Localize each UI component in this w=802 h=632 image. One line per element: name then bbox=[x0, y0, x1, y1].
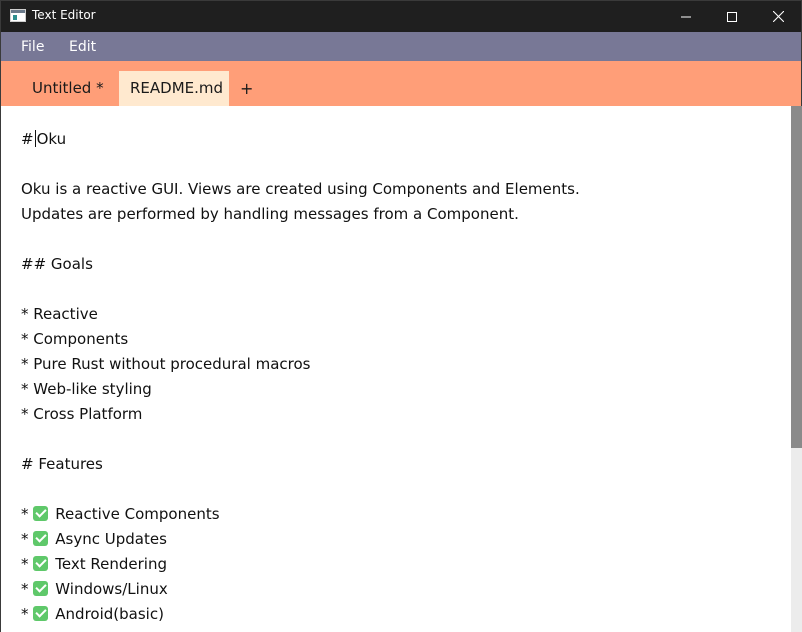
close-icon bbox=[772, 11, 784, 22]
tab-bar: Untitled * README.md + bbox=[1, 61, 801, 106]
new-tab-button[interactable]: + bbox=[229, 71, 263, 106]
title-bar[interactable]: Text Editor bbox=[1, 1, 801, 32]
plus-icon: + bbox=[240, 79, 254, 98]
text-editor-window: Text Editor File Edit Untitled * README.… bbox=[0, 0, 802, 632]
editor-line: * Cross Platform bbox=[21, 405, 143, 423]
bullet-prefix: * bbox=[21, 580, 34, 598]
editor-line: * Reactive Components bbox=[21, 504, 220, 524]
editor-line: ## Goals bbox=[21, 255, 93, 273]
tab-untitled[interactable]: Untitled * bbox=[21, 71, 119, 106]
editor-line: * Text Rendering bbox=[21, 554, 167, 574]
bullet-prefix: * bbox=[21, 555, 34, 573]
minimize-button[interactable] bbox=[663, 1, 709, 32]
text-caret bbox=[34, 130, 36, 147]
checkmark-icon bbox=[33, 581, 49, 596]
editor-line: * Windows/Linux bbox=[21, 579, 168, 599]
window-title: Text Editor bbox=[32, 8, 96, 22]
editor-line: # Features bbox=[21, 455, 103, 473]
editor-line: * Web-like styling bbox=[21, 380, 152, 398]
line-text: Reactive Components bbox=[55, 505, 220, 523]
menu-file[interactable]: File bbox=[21, 39, 44, 55]
maximize-icon bbox=[727, 11, 737, 22]
checkmark-icon bbox=[33, 531, 49, 546]
vertical-scrollbar[interactable] bbox=[791, 106, 802, 632]
editor-line: * Pure Rust without procedural macros bbox=[21, 355, 311, 373]
tab-label: README.md bbox=[130, 79, 224, 97]
scrollbar-thumb[interactable] bbox=[791, 106, 802, 448]
close-button[interactable] bbox=[755, 1, 801, 32]
editor-line: * Components bbox=[21, 330, 129, 348]
line-text-rest: Oku bbox=[36, 130, 67, 148]
checkmark-icon bbox=[33, 606, 49, 621]
editor-line: * Android(basic) bbox=[21, 604, 164, 624]
app-window-icon bbox=[10, 9, 26, 22]
checkmark-icon bbox=[33, 556, 49, 571]
editor-line: Updates are performed by handling messag… bbox=[21, 205, 519, 223]
tab-label: Untitled * bbox=[32, 79, 104, 97]
editor-line: Oku is a reactive GUI. Views are created… bbox=[21, 180, 580, 198]
editor-line: # Oku bbox=[21, 129, 66, 149]
line-text: Windows/Linux bbox=[55, 580, 168, 598]
maximize-button[interactable] bbox=[709, 1, 755, 32]
tab-readme[interactable]: README.md bbox=[119, 71, 229, 106]
bullet-prefix: * bbox=[21, 605, 34, 623]
line-text: Async Updates bbox=[55, 530, 167, 548]
line-text: Text Rendering bbox=[55, 555, 167, 573]
bullet-prefix: * bbox=[21, 505, 34, 523]
menu-bar: File Edit bbox=[1, 32, 801, 61]
bullet-prefix: * bbox=[21, 530, 34, 548]
minimize-icon bbox=[681, 16, 691, 17]
editor-line: * Reactive bbox=[21, 305, 98, 323]
checkmark-icon bbox=[33, 506, 49, 521]
editor-text-area[interactable]: # Oku Oku is a reactive GUI. Views are cre… bbox=[1, 106, 791, 632]
line-text-start: # bbox=[21, 130, 34, 148]
menu-edit[interactable]: Edit bbox=[69, 39, 96, 55]
line-text: Android(basic) bbox=[55, 605, 164, 623]
editor-line: * Async Updates bbox=[21, 529, 167, 549]
